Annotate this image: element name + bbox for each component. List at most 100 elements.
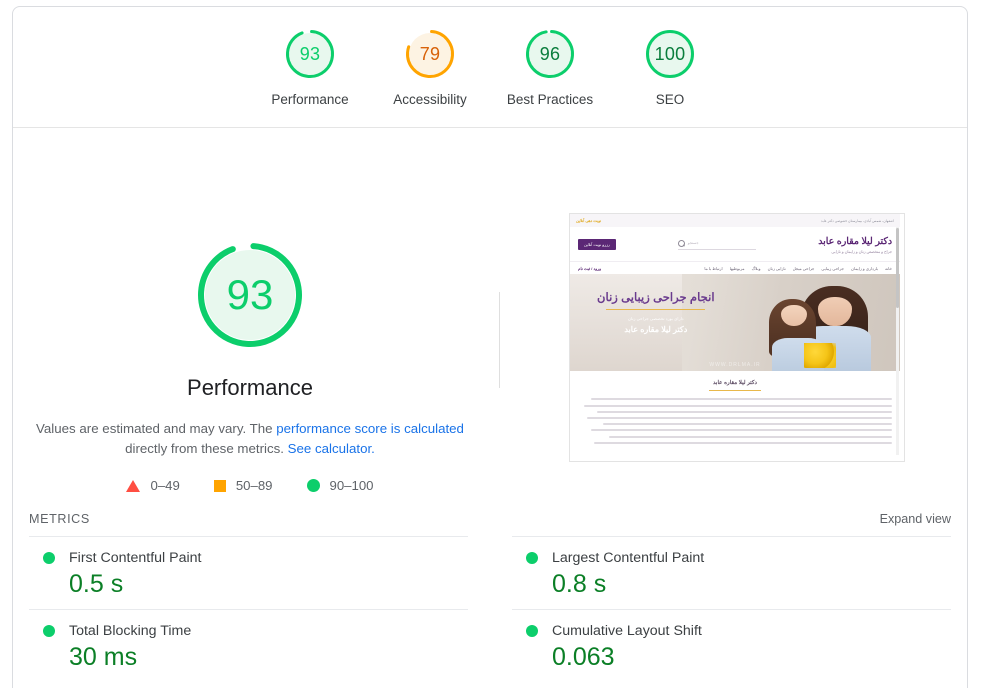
status-circle-icon <box>526 625 538 637</box>
performance-main-value: 93 <box>226 271 274 318</box>
legend-item-average: 50–89 <box>213 478 273 493</box>
hero-flower-bouquet <box>803 342 836 369</box>
disclaimer-middle-text: directly from these metrics. <box>125 441 288 456</box>
status-circle-icon <box>526 552 538 564</box>
hero-divider-rule <box>606 308 706 310</box>
circle-icon <box>306 479 320 492</box>
metric-label: Largest Contentful Paint <box>552 550 705 566</box>
metric-label: First Contentful Paint <box>69 550 202 566</box>
report-card: 93 Performance 79 Accessibility 96 Best … <box>12 6 968 688</box>
best-practices-ring: 96 <box>523 27 577 81</box>
text-line <box>603 423 892 426</box>
site-about-divider <box>709 390 761 392</box>
site-about-section: دکتر لیلا مقاره عابد <box>570 371 900 392</box>
final-screenshot-thumbnail[interactable]: اصفهان، شمس آبادی، بیمارستان خصوصی دکتر … <box>569 213 905 462</box>
site-header: دکتر لیلا مقاره عابد جراح و متخصص زنان و… <box>570 227 900 261</box>
hero-subheadline: دارای بورد تخصصی جراحی زنان <box>627 315 684 321</box>
site-nav-item: جراحی زیبایی <box>821 265 845 271</box>
site-topbar: اصفهان، شمس آبادی، بیمارستان خصوصی دکتر … <box>570 214 900 227</box>
score-disclaimer: Values are estimated and may vary. The p… <box>35 419 465 459</box>
text-line <box>596 410 892 413</box>
legend-label-average: 50–89 <box>235 478 273 493</box>
status-circle-icon <box>43 625 55 637</box>
metric-header: Cumulative Layout Shift <box>526 623 951 639</box>
site-brand-name: دکتر لیلا مقاره عابد <box>818 234 892 246</box>
metric-header: Largest Contentful Paint <box>526 550 951 566</box>
metrics-header: METRICS Expand view <box>29 502 951 536</box>
metric-header: Total Blocking Time <box>43 623 468 639</box>
site-brand-subtitle: جراح و متخصص زنان و زایمان و نازایی <box>831 249 892 254</box>
legend-label-good: 90–100 <box>329 478 374 493</box>
hero-doctor-name: دکتر لیلا مقاره عابد <box>624 324 688 334</box>
accessibility-score-label: Accessibility <box>393 92 467 107</box>
metric-first-contentful-paint[interactable]: First Contentful Paint 0.5 s <box>29 536 468 609</box>
site-nav-item: مربوطیها <box>729 265 745 271</box>
category-gauge-best-practices[interactable]: 96 Best Practices <box>490 27 610 107</box>
seo-ring: 100 <box>643 27 697 81</box>
text-line <box>590 398 892 401</box>
panel-divider <box>499 292 500 388</box>
performance-summary-area: 93 Performance Values are estimated and … <box>13 128 967 508</box>
accessibility-score-value: 79 <box>419 43 441 64</box>
site-nav-item: بارداری و زایمان <box>851 265 879 271</box>
site-topbar-address: اصفهان، شمس آبادی، بیمارستان خصوصی دکتر … <box>821 218 894 223</box>
metric-value: 0.8 s <box>552 570 607 598</box>
performance-main-ring: 93 <box>193 238 307 352</box>
score-legend: 0–49 50–89 90–100 <box>126 478 374 493</box>
text-line <box>593 441 892 444</box>
captured-page-preview: اصفهان، شمس آبادی، بیمارستان خصوصی دکتر … <box>570 214 900 461</box>
hero-photo-subjects <box>728 274 873 371</box>
best-practices-score-value: 96 <box>539 43 561 64</box>
category-scores-strip: 93 Performance 79 Accessibility 96 Best … <box>13 7 967 128</box>
metrics-grid: First Contentful Paint 0.5 s Largest Con… <box>29 536 951 682</box>
site-hero-banner: انجام جراحی زیبایی زنان دارای بورد تخصصی… <box>570 274 900 371</box>
site-search-box: جستجو <box>677 239 756 250</box>
hero-headline: انجام جراحی زیبایی زنان <box>597 290 715 304</box>
search-icon <box>677 239 685 247</box>
performance-score-calculated-link[interactable]: performance score is calculated <box>276 421 464 436</box>
metric-value: 0.063 <box>552 643 615 671</box>
metric-label: Cumulative Layout Shift <box>552 623 702 639</box>
hero-watermark: WWW.DRLMA.IR <box>709 362 761 368</box>
site-search-placeholder: جستجو <box>687 241 699 245</box>
performance-score-label: Performance <box>271 92 349 107</box>
performance-main-title: Performance <box>187 375 313 400</box>
metric-cumulative-layout-shift[interactable]: Cumulative Layout Shift 0.063 <box>512 609 951 682</box>
performance-score-value: 93 <box>299 43 321 64</box>
metrics-title: METRICS <box>29 512 90 526</box>
see-calculator-link[interactable]: See calculator. <box>288 441 375 456</box>
metric-value: 0.5 s <box>69 570 124 598</box>
seo-score-label: SEO <box>655 92 685 107</box>
category-gauge-accessibility[interactable]: 79 Accessibility <box>370 27 490 107</box>
category-gauge-seo[interactable]: 100 SEO <box>610 27 730 107</box>
metric-largest-contentful-paint[interactable]: Largest Contentful Paint 0.8 s <box>512 536 951 609</box>
performance-ring: 93 <box>283 27 337 81</box>
site-login-link: ورود / ثبت نام <box>578 265 602 271</box>
legend-label-poor: 0–49 <box>150 478 180 493</box>
best-practices-score-label: Best Practices <box>506 92 594 107</box>
legend-item-good: 90–100 <box>306 478 374 493</box>
metric-header: First Contentful Paint <box>43 550 468 566</box>
legend-item-poor: 0–49 <box>126 478 180 493</box>
pagespeed-report-page: 93 Performance 79 Accessibility 96 Best … <box>0 0 981 688</box>
site-brand: دکتر لیلا مقاره عابد جراح و متخصص زنان و… <box>818 235 892 254</box>
text-line <box>584 404 892 407</box>
accessibility-ring: 79 <box>403 27 457 81</box>
site-nav-items: خانه بارداری و زایمان جراحی زیبایی جراحی… <box>704 266 892 271</box>
site-nav-item: جراحی میجل <box>792 265 815 271</box>
site-about-title: دکتر لیلا مقاره عابد <box>712 380 758 386</box>
text-line <box>590 429 892 432</box>
category-gauge-performance[interactable]: 93 Performance <box>250 27 370 107</box>
metric-label: Total Blocking Time <box>69 623 192 639</box>
metrics-section: METRICS Expand view First Contentful Pai… <box>13 502 967 682</box>
metric-total-blocking-time[interactable]: Total Blocking Time 30 ms <box>29 609 468 682</box>
site-nav: خانه بارداری و زایمان جراحی زیبایی جراحی… <box>570 261 900 274</box>
site-nav-item: وبلاگ <box>751 265 761 271</box>
site-nav-item: ارتباط با ما <box>704 265 723 271</box>
status-circle-icon <box>43 552 55 564</box>
preview-scrollbar-thumb[interactable] <box>896 228 899 308</box>
triangle-icon <box>126 479 141 492</box>
expand-view-button[interactable]: Expand view <box>880 512 951 526</box>
site-booking-button: رزرو نوبت آنلاین <box>578 238 616 250</box>
seo-score-value: 100 <box>654 43 686 64</box>
